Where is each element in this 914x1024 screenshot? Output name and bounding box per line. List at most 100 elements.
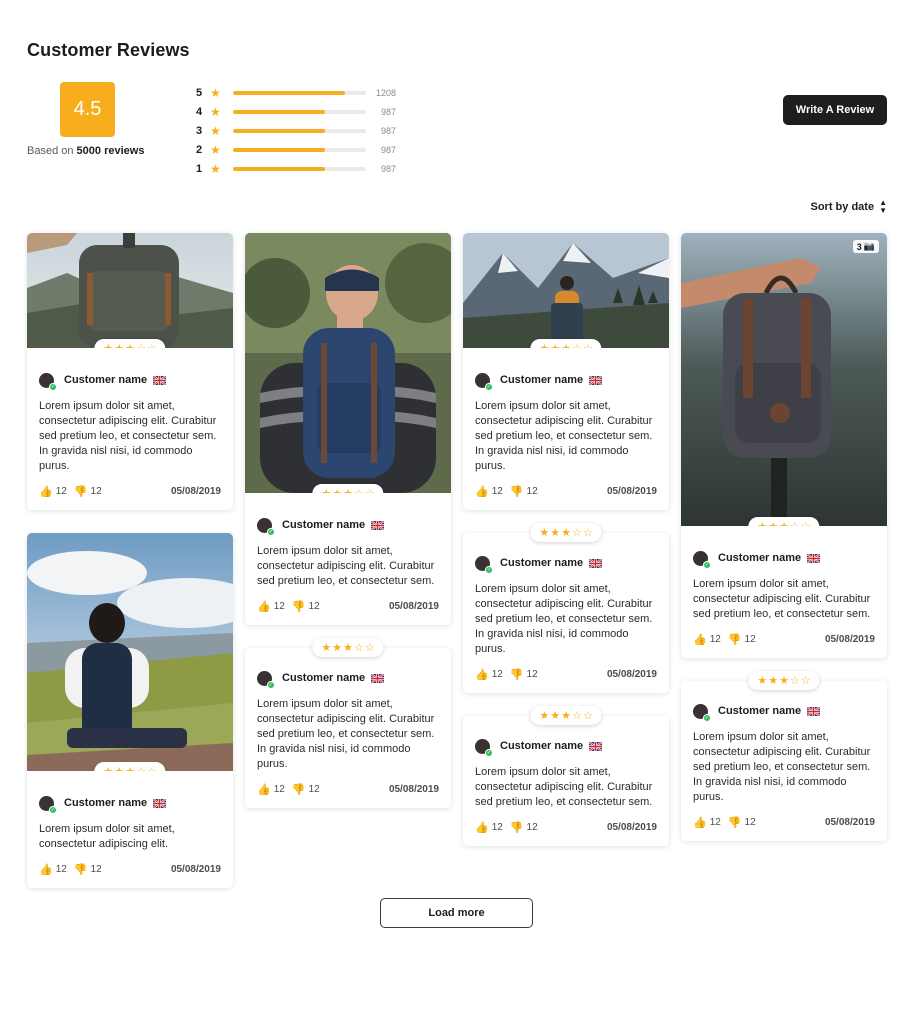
review-card[interactable]: ★★★☆☆ ✓ Customer name Lorem ipsum dolor … [463,706,669,846]
like-count: 12 [709,817,721,828]
review-body: ✓ Customer name Lorem ipsum dolor sit am… [245,648,451,808]
review-text: Lorem ipsum dolor sit amet, consectetur … [475,766,653,808]
load-more-button[interactable]: Load more [380,898,533,928]
star-filled-icon: ★ [114,765,124,771]
thumbs-down-icon: 👎 [73,486,88,498]
review-body: ✓ Customer name Lorem ipsum dolor sit am… [681,526,887,658]
review-body: ✓ Customer name Lorem ipsum dolor sit am… [27,348,233,510]
dislike-button[interactable]: 👎 12 [728,633,756,646]
author-name[interactable]: Customer name [500,557,583,569]
like-button[interactable]: 👍 12 [693,633,721,646]
like-count: 12 [491,486,503,497]
dislike-button[interactable]: 👎 12 [292,600,320,613]
thumbs-up-icon: 👍 [257,601,271,613]
like-count: 12 [491,669,503,680]
distribution-row[interactable]: 1 ★ 987 [196,159,396,178]
like-count: 12 [273,784,285,795]
average-rating-badge: 4.5 [60,82,115,137]
author-name[interactable]: Customer name [64,374,147,386]
review-photo[interactable]: ★★★☆☆ [27,233,233,348]
review-card[interactable]: ★★★☆☆ ✓ Customer name Lorem ipsum dolor … [245,638,451,808]
star-filled-icon: ★ [561,342,571,348]
review-body: ✓ Customer name Lorem ipsum dolor sit am… [463,533,669,693]
like-button[interactable]: 👍 12 [475,485,503,498]
author-name[interactable]: Customer name [500,740,583,752]
like-button[interactable]: 👍 12 [475,821,503,834]
review-date: 05/08/2019 [388,784,439,795]
review-card[interactable]: ★★★☆☆ ✓ Customer name Lorem ipsum dolor … [681,671,887,841]
sort-dropdown[interactable]: Sort by date ▲ ▼ [811,199,888,215]
like-button[interactable]: 👍 12 [39,485,67,498]
based-on-text: Based on 5000 reviews [27,145,144,157]
review-author: ✓ Customer name [39,370,221,391]
like-button[interactable]: 👍 12 [257,600,285,613]
like-button[interactable]: 👍 12 [257,783,285,796]
thumbs-up-icon: 👍 [693,634,707,646]
like-button[interactable]: 👍 12 [693,816,721,829]
review-footer: 👍 12 👎 12 05/08/2019 [475,668,657,681]
dislike-button[interactable]: 👎 12 [728,816,756,829]
review-text: Lorem ipsum dolor sit amet, consectetur … [39,400,217,472]
review-text: Lorem ipsum dolor sit amet, consectetur … [39,823,175,850]
review-footer: 👍 12 👎 12 05/08/2019 [693,816,875,829]
review-card[interactable]: ★★★☆☆ ✓ Customer name Lorem ipsum dolor … [245,233,451,625]
thumbs-up-icon: 👍 [475,486,489,498]
distribution-count: 987 [380,125,396,136]
dislike-button[interactable]: 👎 12 [510,821,538,834]
verified-check-icon: ✓ [703,713,711,722]
distribution-row[interactable]: 2 ★ 987 [196,140,396,159]
star-rating: ★★★☆☆ [748,517,820,526]
write-review-button[interactable]: Write A Review [783,95,887,125]
author-name[interactable]: Customer name [718,552,801,564]
review-footer: 👍 12 👎 12 05/08/2019 [475,821,657,834]
thumbs-up-icon: 👍 [475,822,489,834]
like-button[interactable]: 👍 12 [475,668,503,681]
distribution-row[interactable]: 5 ★ 1208 [196,83,396,102]
star-rating: ★★★☆☆ [94,762,166,771]
dislike-button[interactable]: 👎 12 [292,783,320,796]
star-empty-icon: ☆ [800,675,811,687]
distribution-count: 987 [380,163,396,174]
dislike-button[interactable]: 👎 12 [510,668,538,681]
review-card[interactable]: ★★★☆☆ ✓ Customer name Lorem ipsum dolor … [27,533,233,888]
thumbs-down-icon: 👎 [727,817,742,829]
author-name[interactable]: Customer name [282,672,365,684]
photo-count-badge[interactable]: 3 📷 [852,240,879,253]
author-name[interactable]: Customer name [64,797,147,809]
review-card[interactable]: ★★★☆☆ ✓ Customer name Lorem ipsum dolor … [27,233,233,510]
person-valley-photo [27,533,233,771]
like-count: 12 [273,601,285,612]
thumbs-up-icon: 👍 [39,864,53,876]
author-name[interactable]: Customer name [282,519,365,531]
uk-flag-icon [153,798,167,808]
review-photo[interactable]: 3 📷 ★★★☆☆ [681,233,887,526]
star-filled-icon: ★ [539,710,550,722]
review-footer: 👍 12 👎 12 05/08/2019 [39,485,221,498]
star-filled-icon: ★ [561,527,571,539]
dislike-button[interactable]: 👎 12 [74,863,102,876]
review-photo[interactable]: ★★★☆☆ [245,233,451,493]
review-photo[interactable]: ★★★☆☆ [27,533,233,771]
star-icon: ★ [210,142,221,157]
author-name[interactable]: Customer name [718,705,801,717]
star-icon: ★ [210,123,221,138]
rating-distribution: 5 ★ 1208 4 ★ 987 3 ★ 987 2 ★ 987 1 ★ 987 [196,83,396,178]
distribution-row[interactable]: 4 ★ 987 [196,102,396,121]
review-card[interactable]: 3 📷 ★★★☆☆ ✓ Customer name Lorem ipsum do… [681,233,887,658]
review-photo[interactable]: ★★★☆☆ [463,233,669,348]
review-card[interactable]: ★★★☆☆ ✓ Customer name Lorem ipsum dolor … [463,523,669,693]
dislike-button[interactable]: 👎 12 [74,485,102,498]
verified-check-icon: ✓ [485,748,493,757]
distribution-row[interactable]: 3 ★ 987 [196,121,396,140]
thumbs-down-icon: 👎 [509,669,524,681]
sort-icon: ▲ ▼ [879,198,887,215]
review-body: ✓ Customer name Lorem ipsum dolor sit am… [463,716,669,846]
author-name[interactable]: Customer name [500,374,583,386]
review-date: 05/08/2019 [606,669,657,680]
avatar: ✓ [475,738,493,757]
photo-count: 3 [856,241,862,252]
dislike-button[interactable]: 👎 12 [510,485,538,498]
thumbs-down-icon: 👎 [291,601,306,613]
like-button[interactable]: 👍 12 [39,863,67,876]
review-card[interactable]: ★★★☆☆ ✓ Customer name Lorem ipsum dolor … [463,233,669,510]
